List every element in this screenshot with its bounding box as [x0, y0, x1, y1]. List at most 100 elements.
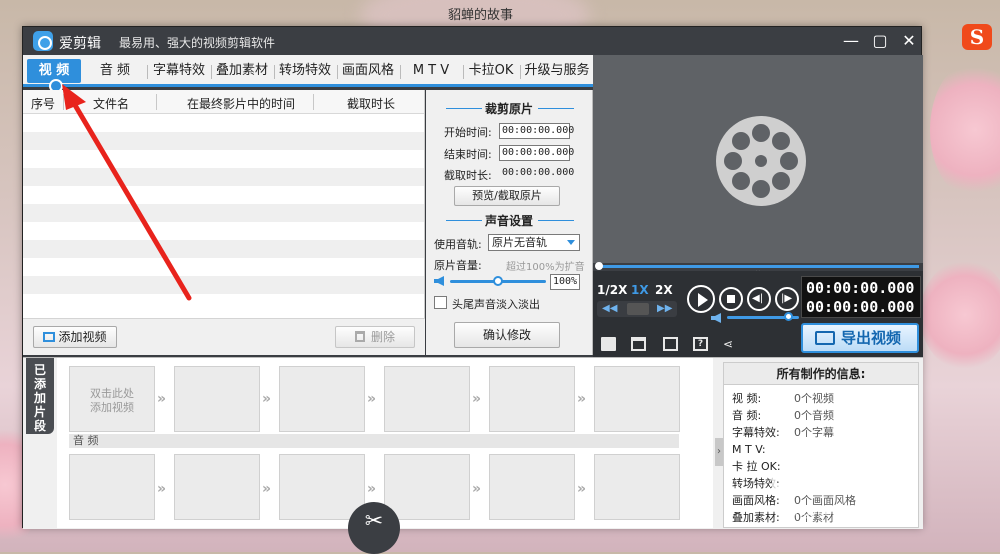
- tab-upgrade-service[interactable]: 升级与服务: [523, 59, 591, 83]
- arrow-icon: »: [577, 391, 587, 407]
- add-video-label: 添加视频: [58, 330, 107, 344]
- export-video-button[interactable]: 导出视频: [801, 323, 919, 353]
- speed-1x-button[interactable]: 1X: [631, 283, 649, 297]
- fade-label: 头尾声音淡入淡出: [452, 298, 540, 311]
- tab-separator: [400, 65, 401, 79]
- tab-mtv[interactable]: M T V: [403, 59, 459, 83]
- export-label: 导出视频: [841, 329, 902, 347]
- header-index[interactable]: 序号: [31, 95, 55, 112]
- tab-subtitle-effects[interactable]: 字幕特效: [151, 59, 207, 83]
- jog-knob[interactable]: [627, 303, 649, 315]
- crop-settings-panel: 裁剪原片 开始时间: 00:00:00.000 结束时间: 00:00:00.0…: [426, 90, 593, 355]
- tab-karaoke[interactable]: 卡拉OK: [466, 59, 516, 83]
- tab-separator: [520, 65, 521, 79]
- added-clips-tab[interactable]: 已 添 加 片 段: [26, 358, 54, 434]
- section-divider: [538, 108, 574, 109]
- info-title: 所有制作的信息:: [724, 363, 918, 385]
- list-row: [23, 222, 424, 240]
- close-button[interactable]: ✕: [898, 31, 920, 51]
- tab-audio[interactable]: 音 频: [89, 59, 141, 83]
- video-slot[interactable]: [279, 366, 365, 432]
- speed-half-button[interactable]: 1/2X: [597, 283, 627, 297]
- share-icon[interactable]: ⋖: [723, 337, 738, 351]
- previous-frame-button[interactable]: ◀|: [747, 287, 771, 311]
- stop-button[interactable]: [719, 287, 743, 311]
- header-filename[interactable]: 文件名: [93, 95, 129, 112]
- arrow-icon: »: [472, 481, 482, 497]
- audio-slot[interactable]: [489, 454, 575, 520]
- arrow-icon: »: [472, 391, 482, 407]
- minimize-button[interactable]: —: [840, 31, 862, 51]
- video-slot-add[interactable]: 双击此处 添加视频: [69, 366, 155, 432]
- tab-separator: [463, 65, 464, 79]
- volume-value-field[interactable]: 100%: [550, 274, 580, 290]
- play-button[interactable]: [687, 285, 715, 313]
- fast-forward-icon[interactable]: ▶▶: [657, 303, 672, 314]
- jog-wheel[interactable]: ◀◀ ▶▶: [597, 301, 677, 317]
- volume-hint: 超过100%为扩音: [506, 262, 585, 273]
- title-bar: 爱剪辑 最易用、强大的视频剪辑软件 — ▢ ✕: [23, 27, 921, 55]
- audio-slot[interactable]: [384, 454, 470, 520]
- audio-track-select[interactable]: 原片无音轨: [488, 234, 580, 251]
- rewind-icon[interactable]: ◀◀: [602, 303, 617, 314]
- preview-crop-button[interactable]: 预览/截取原片: [454, 186, 560, 206]
- add-video-hint: 双击此处 添加视频: [90, 387, 134, 414]
- speed-2x-button[interactable]: 2X: [655, 283, 673, 297]
- tab-overlay-materials[interactable]: 叠加素材: [214, 59, 270, 83]
- sogou-ime-icon[interactable]: S: [962, 24, 992, 50]
- audio-track-label: 音 频: [69, 434, 679, 448]
- list-row: [23, 168, 424, 186]
- next-frame-button[interactable]: |▶: [775, 287, 799, 311]
- arrow-icon: »: [262, 391, 272, 407]
- arrow-icon: »: [157, 391, 167, 407]
- volume-label: 原片音量:: [434, 259, 482, 272]
- tab-video[interactable]: 视 频: [27, 59, 81, 93]
- tab-separator: [211, 65, 212, 79]
- info-row-subtitles: 字幕特效: 0个字幕: [732, 426, 834, 439]
- save-icon[interactable]: [663, 337, 678, 351]
- reel-hole: [752, 180, 770, 198]
- clip-list-panel: 序号 文件名 在最终影片中的时间 截取时长 添加视频 删除: [23, 90, 425, 355]
- audio-slot[interactable]: [594, 454, 680, 520]
- fade-checkbox[interactable]: [434, 296, 447, 309]
- film-reel-icon: [716, 116, 806, 206]
- main-tab-bar: 视 频 音 频 字幕特效 叠加素材 转场特效 画面风格 M T V 卡拉OK 升…: [23, 55, 593, 93]
- open-folder-icon[interactable]: [631, 337, 646, 351]
- step-forward-icon: |▶: [781, 293, 793, 304]
- end-time-field[interactable]: 00:00:00.000: [499, 145, 574, 161]
- progress-knob[interactable]: [595, 262, 603, 270]
- scissors-button[interactable]: ✂: [348, 502, 400, 554]
- info-row-audio: 音 频: 0个音频: [732, 409, 834, 422]
- delete-button[interactable]: 删除: [335, 326, 415, 348]
- video-slot[interactable]: [489, 366, 575, 432]
- maximize-button[interactable]: ▢: [869, 31, 891, 51]
- collapse-info-handle[interactable]: ›: [715, 438, 723, 466]
- audio-slot[interactable]: [69, 454, 155, 520]
- audio-slot[interactable]: [174, 454, 260, 520]
- side-label-char: 片: [33, 405, 46, 419]
- header-duration[interactable]: 截取时长: [347, 95, 395, 112]
- list-row: [23, 114, 424, 132]
- project-info-panel: 所有制作的信息: 视 频: 0个视频 音 频: 0个音频 字幕特效: 0个字幕 M T…: [723, 362, 919, 528]
- speaker-icon: [434, 276, 444, 286]
- tab-separator: [274, 65, 275, 79]
- reel-hole: [732, 172, 750, 190]
- side-label-char: 段: [33, 419, 46, 433]
- start-time-field[interactable]: 00:00:00.000: [499, 123, 574, 139]
- reel-hole: [780, 152, 798, 170]
- help-icon[interactable]: ?: [693, 337, 708, 351]
- video-slot[interactable]: [174, 366, 260, 432]
- app-logo-icon: [33, 31, 53, 51]
- confirm-modify-button[interactable]: 确认修改: [454, 322, 560, 348]
- video-slot[interactable]: [384, 366, 470, 432]
- new-project-icon[interactable]: [601, 337, 616, 351]
- tab-picture-style[interactable]: 画面风格: [340, 59, 396, 83]
- info-row-mtv: M T V:: [732, 443, 766, 456]
- list-row: [23, 132, 424, 150]
- tab-transition-effects[interactable]: 转场特效: [277, 59, 333, 83]
- volume-slider-knob[interactable]: [493, 276, 503, 286]
- header-timeline-time[interactable]: 在最终影片中的时间: [187, 95, 295, 112]
- audio-slot[interactable]: [279, 454, 365, 520]
- video-slot[interactable]: [594, 366, 680, 432]
- add-video-button[interactable]: 添加视频: [33, 326, 117, 348]
